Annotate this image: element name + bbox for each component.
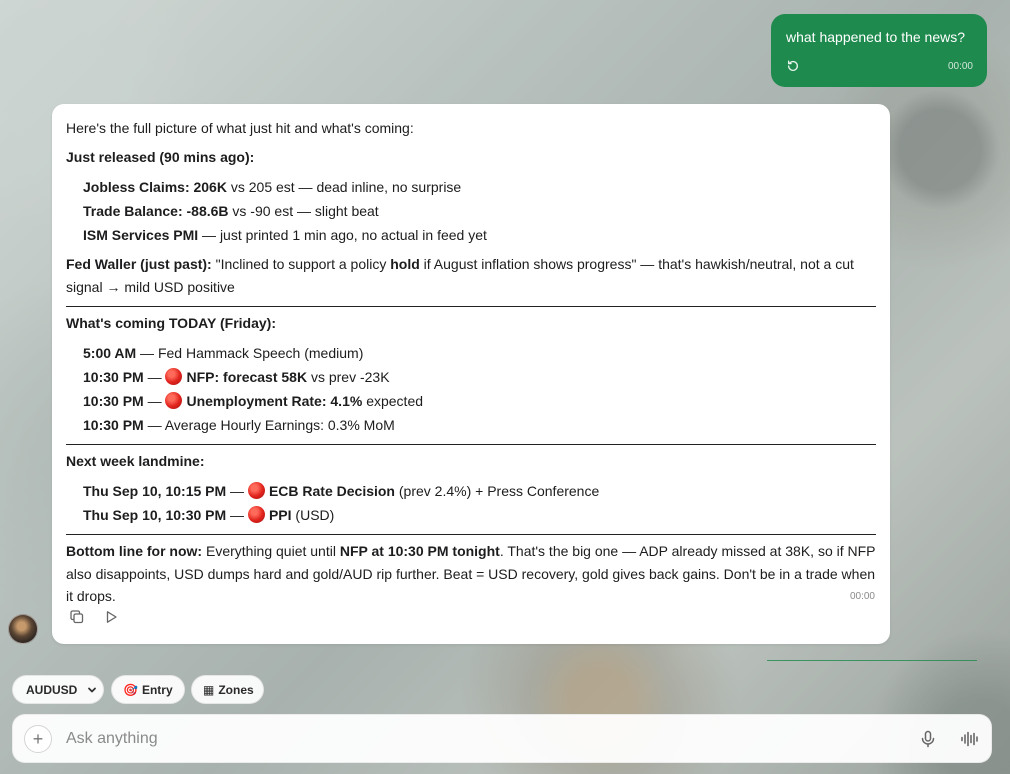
composer-bar: +: [12, 714, 992, 763]
item-text: vs -90 est — slight beat: [228, 203, 379, 219]
event-time: 10:30 PM: [83, 369, 144, 385]
zones-label: Zones: [218, 682, 254, 697]
zones-button[interactable]: ▦ Zones: [191, 675, 264, 704]
red-alert-icon: [247, 482, 265, 499]
item-bold: Trade Balance: -88.6B: [83, 203, 229, 219]
list-item: Trade Balance: -88.6B vs -90 est — sligh…: [83, 199, 876, 223]
assistant-actions: [69, 609, 119, 625]
separator: —: [136, 345, 158, 361]
event-bold: PPI: [268, 507, 292, 523]
zones-icon: ▦: [203, 682, 215, 697]
list-item: Thu Sep 10, 10:15 PM — ECB Rate Decision…: [83, 479, 876, 503]
assistant-avatar: [8, 614, 38, 644]
divider-line: [767, 660, 977, 661]
event-time: Thu Sep 10, 10:15 PM: [83, 483, 227, 499]
fed-quote-start: "Inclined to support a policy: [211, 256, 391, 272]
event-text: expected: [362, 393, 424, 409]
chevron-down-icon: [88, 687, 96, 692]
user-message-time: 00:00: [947, 60, 973, 72]
event-bold: Unemployment Rate: 4.1%: [186, 393, 363, 409]
item-bold: Jobless Claims: 206K: [83, 179, 227, 195]
red-alert-icon: [247, 506, 265, 523]
event-bold: NFP: forecast 58K: [186, 369, 308, 385]
plus-icon: +: [32, 729, 44, 749]
user-message-text: what happened to the news?: [786, 29, 966, 45]
list-item: 10:30 PM — NFP: forecast 58K vs prev -23…: [83, 365, 876, 389]
separator: —: [226, 507, 248, 523]
event-text: (prev 2.4%) + Press Conference: [395, 483, 600, 499]
item-text: — just printed 1 min ago, no actual in f…: [198, 227, 487, 243]
entry-button[interactable]: 🎯 Entry: [111, 675, 185, 704]
just-released-list: Jobless Claims: 206K vs 205 est — dead i…: [66, 175, 876, 247]
event-time: 10:30 PM: [83, 393, 144, 409]
event-text: (USD): [291, 507, 335, 523]
fed-waller-paragraph: Fed Waller (just past): "Inclined to sup…: [66, 253, 876, 299]
list-item: 10:30 PM — Unemployment Rate: 4.1% expec…: [83, 389, 876, 413]
event-text: Fed Hammack Speech (medium): [157, 345, 364, 361]
separator: —: [226, 483, 248, 499]
voice-mode-icon[interactable]: [960, 730, 980, 748]
bottom-line-bold: NFP at 10:30 PM tonight: [339, 543, 500, 559]
just-released-heading: Just released (90 mins ago):: [66, 149, 255, 165]
event-time: 10:30 PM: [83, 417, 144, 433]
today-list: 5:00 AM — Fed Hammack Speech (medium) 10…: [66, 341, 876, 437]
add-attachment-button[interactable]: +: [24, 725, 52, 753]
today-heading: What's coming TODAY (Friday):: [66, 315, 276, 331]
play-icon[interactable]: [103, 609, 119, 625]
entry-label: Entry: [141, 682, 173, 697]
fed-waller-label: Fed Waller (just past):: [66, 256, 212, 272]
list-item: 5:00 AM — Fed Hammack Speech (medium): [83, 341, 876, 365]
assistant-intro: Here's the full picture of what just hit…: [66, 120, 414, 136]
next-week-list: Thu Sep 10, 10:15 PM — ECB Rate Decision…: [66, 479, 876, 527]
next-week-heading: Next week landmine:: [66, 453, 205, 469]
bottom-line-paragraph: Bottom line for now: Everything quiet un…: [66, 540, 876, 608]
user-message-meta: 00:00: [786, 59, 973, 73]
ask-input[interactable]: [66, 727, 886, 751]
event-bold: ECB Rate Decision: [268, 483, 395, 499]
list-item: 10:30 PM — Average Hourly Earnings: 0.3%…: [83, 413, 876, 437]
user-message-bubble: what happened to the news? 00:00: [771, 14, 987, 87]
microphone-icon[interactable]: [919, 730, 937, 748]
event-time: Thu Sep 10, 10:30 PM: [83, 507, 227, 523]
event-text: vs prev -23K: [307, 369, 390, 385]
red-alert-icon: [165, 392, 183, 409]
event-time: 5:00 AM: [83, 345, 137, 361]
symbol-select-value: AUDUSD: [26, 682, 78, 697]
list-item: Jobless Claims: 206K vs 205 est — dead i…: [83, 175, 876, 199]
divider: [66, 534, 876, 535]
assistant-message-time: 00:00: [849, 591, 875, 602]
list-item: ISM Services PMI — just printed 1 min ag…: [83, 223, 876, 247]
target-icon: 🎯: [123, 682, 138, 697]
event-text: Average Hourly Earnings: 0.3% MoM: [164, 417, 395, 433]
item-bold: ISM Services PMI: [83, 227, 199, 243]
retry-icon[interactable]: [786, 59, 800, 73]
red-alert-icon: [165, 368, 183, 385]
separator: —: [143, 369, 166, 385]
divider: [66, 444, 876, 445]
divider: [66, 306, 876, 307]
assistant-message-card: Here's the full picture of what just hit…: [52, 104, 890, 644]
copy-icon[interactable]: [69, 609, 85, 625]
list-item: Thu Sep 10, 10:30 PM — PPI (USD): [83, 503, 876, 527]
bottom-line-text: Everything quiet until: [202, 543, 340, 559]
bottom-line-label: Bottom line for now:: [66, 543, 203, 559]
separator: —: [143, 393, 166, 409]
fed-quote-bold: hold: [390, 256, 420, 272]
separator: —: [143, 417, 165, 433]
item-text: vs 205 est — dead inline, no surprise: [226, 179, 462, 195]
symbol-select[interactable]: AUDUSD: [12, 675, 104, 704]
